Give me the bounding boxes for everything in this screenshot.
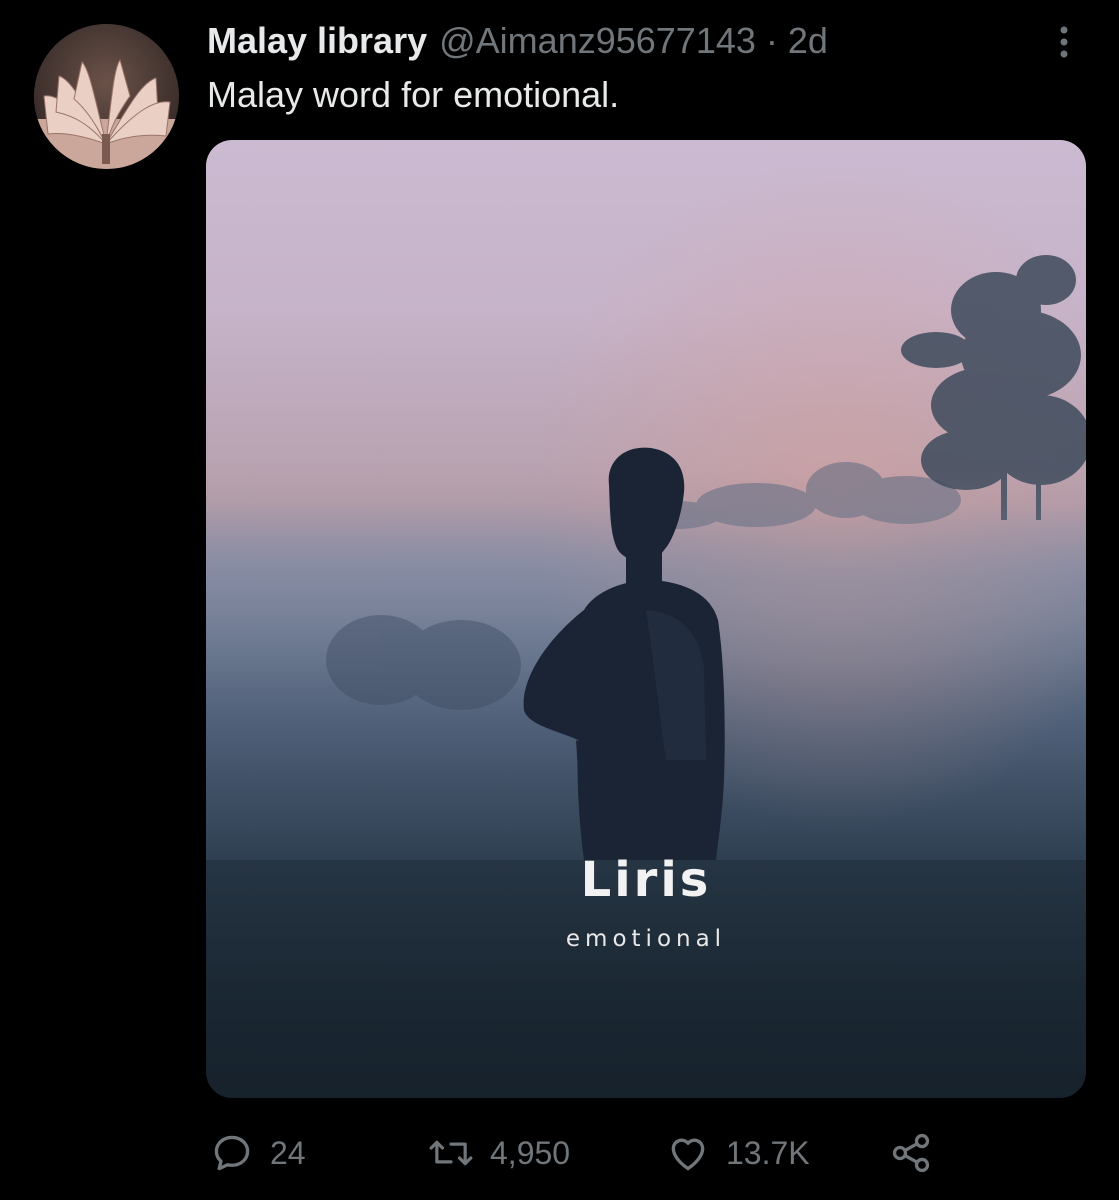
reply-count: 24 (270, 1134, 306, 1171)
tweet-media-image[interactable]: Liris emotional (206, 140, 1086, 1098)
heart-icon (666, 1131, 710, 1175)
share-button[interactable] (888, 1130, 934, 1176)
overlay-word: Liris (580, 852, 712, 908)
tweet-text: Malay word for emotional. (207, 74, 620, 115)
timestamp[interactable]: 2d (788, 20, 828, 62)
tweet-actions: 24 4,950 13.7K (210, 1130, 970, 1176)
retweet-icon (428, 1131, 474, 1175)
like-count: 13.7K (726, 1134, 810, 1171)
tweet: Malay library @Aimanz95677143 · 2d Malay… (0, 0, 1119, 1200)
overlay-meaning: emotional (565, 926, 727, 952)
share-icon (888, 1131, 934, 1175)
more-options-button[interactable] (1044, 22, 1084, 62)
reply-icon (210, 1131, 254, 1175)
retweet-count: 4,950 (490, 1134, 571, 1171)
retweet-button[interactable]: 4,950 (428, 1130, 570, 1176)
avatar[interactable] (34, 24, 179, 169)
separator-dot: · (765, 20, 778, 61)
foggy-silhouette-image (206, 140, 1086, 1098)
tweet-header: Malay library @Aimanz95677143 · 2d (207, 18, 828, 64)
display-name[interactable]: Malay library (207, 20, 427, 62)
user-handle[interactable]: @Aimanz95677143 (439, 20, 756, 62)
reply-button[interactable]: 24 (210, 1130, 306, 1176)
like-button[interactable]: 13.7K (666, 1130, 810, 1176)
more-vertical-icon (1060, 26, 1068, 58)
book-pages-avatar-icon (34, 24, 179, 169)
